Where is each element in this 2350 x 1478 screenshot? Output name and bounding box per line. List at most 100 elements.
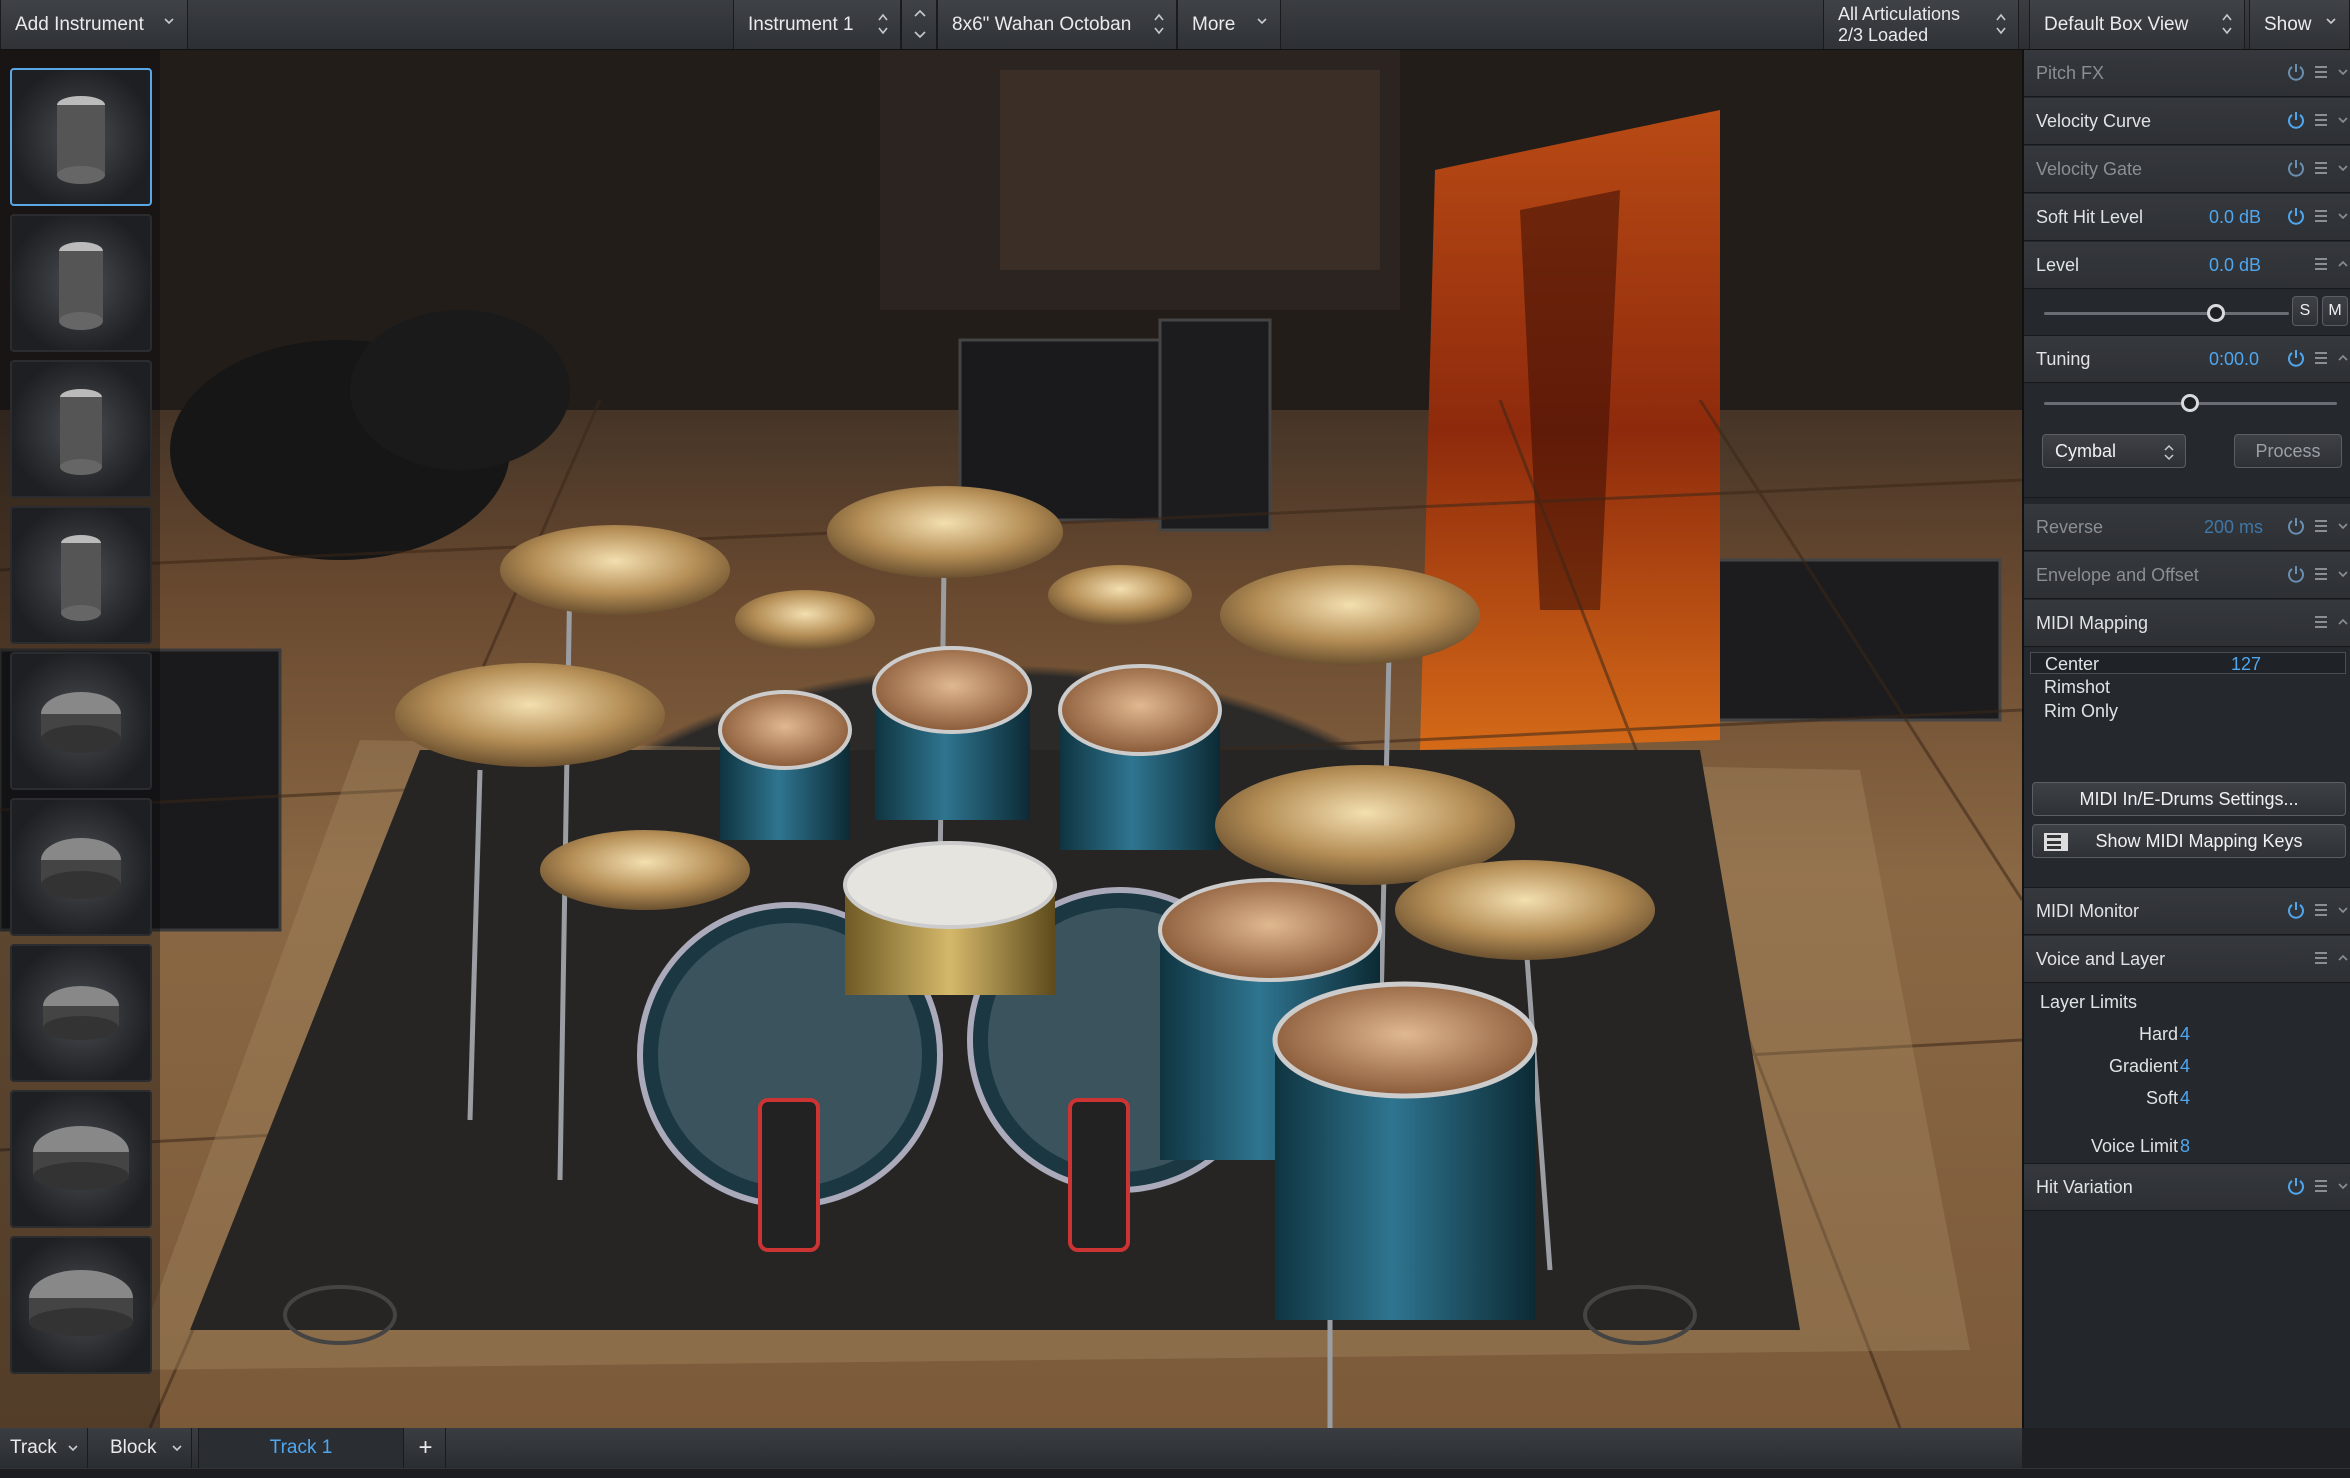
show-mapping-keys-button[interactable]: Show MIDI Mapping Keys xyxy=(2032,824,2346,858)
power-icon[interactable] xyxy=(2286,516,2306,536)
track-label: Track xyxy=(10,1437,57,1458)
chevron-up-icon[interactable] xyxy=(2337,258,2349,270)
menu-icon[interactable] xyxy=(2313,1178,2329,1194)
voice-layer-row[interactable]: Voice and Layer xyxy=(2024,936,2350,983)
thumbnail-tom-1[interactable] xyxy=(10,652,152,790)
menu-icon[interactable] xyxy=(2313,566,2329,582)
thumbnail-octoban-3[interactable] xyxy=(10,360,152,498)
hit-variation-row[interactable]: Hit Variation xyxy=(2024,1164,2350,1211)
reverse-row[interactable]: Reverse 200 ms xyxy=(2024,504,2350,551)
menu-icon[interactable] xyxy=(2313,256,2329,272)
tuning-slider-knob[interactable] xyxy=(2181,394,2199,412)
gradient-value[interactable]: 4 xyxy=(2180,1056,2190,1077)
solo-button[interactable]: S xyxy=(2292,296,2318,326)
mapping-row-center[interactable]: Center 127 xyxy=(2030,652,2346,674)
process-button[interactable]: Process xyxy=(2234,434,2342,468)
thumbnail-tom-5[interactable] xyxy=(10,1236,152,1374)
chevron-down-icon[interactable] xyxy=(2337,1180,2349,1192)
thumbnail-tom-3[interactable] xyxy=(10,944,152,1082)
voice-limit-value[interactable]: 8 xyxy=(2180,1136,2190,1157)
chevron-up-icon[interactable] xyxy=(2337,616,2349,628)
soft-hit-level-value[interactable]: 0.0 dB xyxy=(2209,207,2261,228)
chevron-up-icon[interactable] xyxy=(2337,952,2349,964)
chevron-down-icon[interactable] xyxy=(2337,114,2349,126)
velocity-gate-label: Velocity Gate xyxy=(2036,158,2143,179)
chevron-down-icon[interactable] xyxy=(2337,520,2349,532)
menu-icon[interactable] xyxy=(2313,350,2329,366)
pitch-fx-row[interactable]: Pitch FX xyxy=(2024,50,2350,97)
track-tab[interactable]: Track 1 xyxy=(198,1428,404,1468)
power-icon[interactable] xyxy=(2286,564,2306,584)
tom-icon xyxy=(33,1126,129,1190)
menu-icon[interactable] xyxy=(2313,902,2329,918)
chevron-down-icon[interactable] xyxy=(2337,568,2349,580)
chevron-down-icon[interactable] xyxy=(2337,210,2349,222)
chevron-down-icon xyxy=(164,18,174,25)
chevron-down-icon[interactable] xyxy=(2337,66,2349,78)
add-instrument-dropdown[interactable]: Add Instrument xyxy=(0,0,188,49)
preset-selector[interactable]: 8x6" Wahan Octoban xyxy=(937,0,1177,49)
midi-settings-button[interactable]: MIDI In/E-Drums Settings... xyxy=(2032,782,2346,816)
power-icon[interactable] xyxy=(2286,348,2306,368)
power-icon[interactable] xyxy=(2286,110,2306,130)
menu-icon[interactable] xyxy=(2313,950,2329,966)
level-label: Level xyxy=(2036,254,2080,275)
chevron-down-icon xyxy=(2326,18,2336,25)
tuning-row[interactable]: Tuning 0:00.0 xyxy=(2024,336,2350,383)
level-value[interactable]: 0.0 dB xyxy=(2209,255,2261,276)
tuning-value[interactable]: 0:00.0 xyxy=(2209,349,2259,370)
soft-label: Soft xyxy=(2145,1088,2178,1108)
midi-monitor-row[interactable]: MIDI Monitor xyxy=(2024,888,2350,935)
power-icon[interactable] xyxy=(2286,206,2306,226)
power-icon[interactable] xyxy=(2286,900,2306,920)
menu-icon[interactable] xyxy=(2313,64,2329,80)
menu-icon[interactable] xyxy=(2313,160,2329,176)
mapping-row-rim-only[interactable]: Rim Only xyxy=(2030,700,2346,722)
soft-value[interactable]: 4 xyxy=(2180,1088,2190,1109)
instrument-selector[interactable]: Instrument 1 xyxy=(733,0,901,49)
tuning-mode-select[interactable]: Cymbal xyxy=(2042,434,2186,468)
more-dropdown[interactable]: More xyxy=(1177,0,1281,49)
up-down-arrows-icon xyxy=(2222,13,2232,35)
level-row[interactable]: Level 0.0 dB xyxy=(2024,242,2350,289)
resize-handle[interactable] xyxy=(0,1468,2350,1478)
drum-kit-view[interactable] xyxy=(0,50,2022,1428)
reverse-value[interactable]: 200 ms xyxy=(2204,517,2263,538)
thumbnail-octoban-2[interactable] xyxy=(10,214,152,352)
thumbnail-octoban-1[interactable] xyxy=(10,68,152,206)
chevron-down-icon[interactable] xyxy=(2337,904,2349,916)
show-label: Show xyxy=(2264,13,2312,35)
midi-mapping-row[interactable]: MIDI Mapping xyxy=(2024,600,2350,647)
power-icon[interactable] xyxy=(2286,1176,2306,1196)
level-slider-knob[interactable] xyxy=(2207,304,2225,322)
menu-icon[interactable] xyxy=(2313,518,2329,534)
mapping-row-rimshot[interactable]: Rimshot xyxy=(2030,676,2346,698)
view-selector[interactable]: Default Box View xyxy=(2029,0,2245,49)
menu-icon[interactable] xyxy=(2313,112,2329,128)
power-icon[interactable] xyxy=(2286,62,2306,82)
power-icon[interactable] xyxy=(2286,158,2306,178)
mute-button[interactable]: M xyxy=(2322,296,2348,326)
hard-value[interactable]: 4 xyxy=(2180,1024,2190,1045)
thumbnail-tom-2[interactable] xyxy=(10,798,152,936)
thumbnail-octoban-4[interactable] xyxy=(10,506,152,644)
velocity-curve-row[interactable]: Velocity Curve xyxy=(2024,98,2350,145)
velocity-gate-row[interactable]: Velocity Gate xyxy=(2024,146,2350,193)
soft-hit-level-row[interactable]: Soft Hit Level 0.0 dB xyxy=(2024,194,2350,241)
chevron-down-icon[interactable] xyxy=(2337,162,2349,174)
menu-icon[interactable] xyxy=(2313,208,2329,224)
block-dropdown[interactable]: Block xyxy=(100,1428,192,1468)
voice-limit-label: Voice Limit xyxy=(2090,1136,2178,1156)
articulations-selector[interactable]: All Articulations 2/3 Loaded xyxy=(1823,0,2019,49)
track-dropdown[interactable]: Track xyxy=(0,1428,88,1468)
level-slider-track[interactable] xyxy=(2044,312,2289,315)
thumbnail-tom-4[interactable] xyxy=(10,1090,152,1228)
chevron-up-icon[interactable] xyxy=(2337,352,2349,364)
instrument-stepper[interactable] xyxy=(901,0,937,49)
show-dropdown[interactable]: Show xyxy=(2249,0,2350,49)
add-track-button[interactable]: + xyxy=(406,1428,446,1468)
midi-mapping-pane: Center 127 Rimshot Rim Only MIDI In/E-Dr… xyxy=(2024,648,2350,888)
envelope-offset-row[interactable]: Envelope and Offset xyxy=(2024,552,2350,599)
mapping-name: Rimshot xyxy=(2044,677,2111,697)
menu-icon[interactable] xyxy=(2313,614,2329,630)
